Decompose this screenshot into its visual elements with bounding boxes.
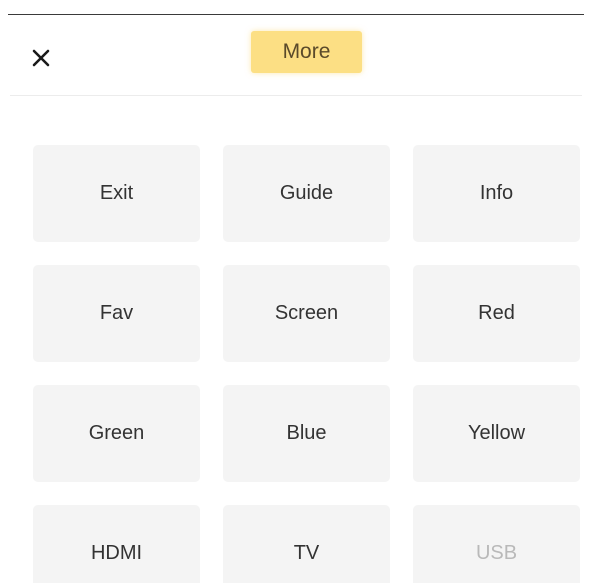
- green-button[interactable]: Green: [33, 385, 200, 482]
- info-button[interactable]: Info: [413, 145, 580, 242]
- blue-button[interactable]: Blue: [223, 385, 390, 482]
- usb-button: USB: [413, 505, 580, 583]
- header: More: [0, 15, 592, 96]
- more-keys-screen: More Exit Guide Info Fav Screen Red Gree…: [0, 0, 592, 583]
- fav-button[interactable]: Fav: [33, 265, 200, 362]
- hdmi-button[interactable]: HDMI: [33, 505, 200, 583]
- page-title: More: [251, 31, 362, 73]
- red-button[interactable]: Red: [413, 265, 580, 362]
- header-divider: [10, 95, 582, 96]
- exit-button[interactable]: Exit: [33, 145, 200, 242]
- screen-button[interactable]: Screen: [223, 265, 390, 362]
- guide-button[interactable]: Guide: [223, 145, 390, 242]
- yellow-button[interactable]: Yellow: [413, 385, 580, 482]
- close-icon[interactable]: [28, 45, 54, 71]
- tv-button[interactable]: TV: [223, 505, 390, 583]
- key-grid: Exit Guide Info Fav Screen Red Green Blu…: [33, 145, 580, 583]
